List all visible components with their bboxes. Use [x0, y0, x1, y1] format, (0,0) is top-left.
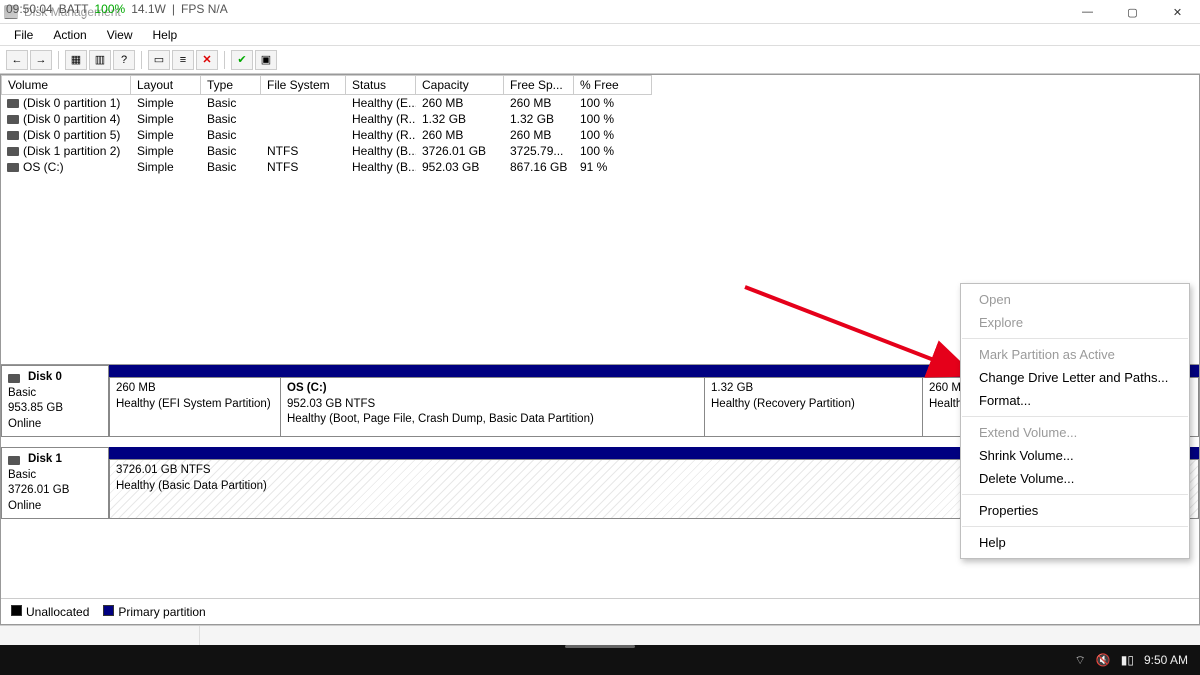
- partition-block[interactable]: 1.32 GBHealthy (Recovery Partition): [705, 377, 923, 437]
- volume-row[interactable]: OS (C:)SimpleBasicNTFSHealthy (B...952.0…: [1, 159, 1199, 175]
- delete-icon[interactable]: ✕: [196, 50, 218, 70]
- menu-help[interactable]: Help: [143, 25, 188, 45]
- col-fs[interactable]: File System: [261, 75, 346, 95]
- window-controls: — ▢ ✕: [1065, 0, 1200, 24]
- overlay-watts: 14.1W: [131, 2, 166, 16]
- context-item-explore: Explore: [961, 311, 1189, 334]
- context-item-open: Open: [961, 288, 1189, 311]
- disk-icon: [7, 147, 19, 156]
- check-icon[interactable]: ✔: [231, 50, 253, 70]
- toolbar: ← → ▦ ▥ ? ▭ ≡ ✕ ✔ ▣: [0, 46, 1200, 74]
- tool-list[interactable]: ≡: [172, 50, 194, 70]
- overlay-time: 09:50:04: [6, 2, 53, 16]
- swatch-primary: [103, 605, 114, 616]
- tool-window[interactable]: ▭: [148, 50, 170, 70]
- maximize-button[interactable]: ▢: [1110, 0, 1155, 24]
- menu-action[interactable]: Action: [43, 25, 96, 45]
- context-item-format[interactable]: Format...: [961, 389, 1189, 412]
- close-button[interactable]: ✕: [1155, 0, 1200, 24]
- partition-block[interactable]: OS (C:)952.03 GB NTFSHealthy (Boot, Page…: [281, 377, 705, 437]
- swatch-unallocated: [11, 605, 22, 616]
- statusbar: [0, 625, 1200, 645]
- context-item-extend-volume: Extend Volume...: [961, 421, 1189, 444]
- forward-button[interactable]: →: [30, 50, 52, 70]
- back-button[interactable]: ←: [6, 50, 28, 70]
- legend: Unallocated Primary partition: [1, 598, 1199, 624]
- col-layout[interactable]: Layout: [131, 75, 201, 95]
- context-menu: OpenExplore Mark Partition as ActiveChang…: [960, 283, 1190, 559]
- overlay-batt-label: BATT: [59, 2, 89, 16]
- col-volume[interactable]: Volume: [1, 75, 131, 95]
- col-capacity[interactable]: Capacity: [416, 75, 504, 95]
- disk-icon: [7, 115, 19, 124]
- legend-unallocated: Unallocated: [26, 605, 89, 619]
- volume-row[interactable]: (Disk 0 partition 5)SimpleBasicHealthy (…: [1, 127, 1199, 143]
- volume-row[interactable]: (Disk 1 partition 2)SimpleBasicNTFSHealt…: [1, 143, 1199, 159]
- minimize-button[interactable]: —: [1065, 0, 1110, 24]
- overlay-fps: FPS N/A: [181, 2, 228, 16]
- tool-box[interactable]: ▣: [255, 50, 277, 70]
- partition-block[interactable]: 260 MBHealthy (EFI System Partition): [109, 377, 281, 437]
- context-item-change-drive-letter-and-paths[interactable]: Change Drive Letter and Paths...: [961, 366, 1189, 389]
- context-item-delete-volume[interactable]: Delete Volume...: [961, 467, 1189, 490]
- menubar: File Action View Help: [0, 24, 1200, 46]
- menu-file[interactable]: File: [4, 25, 43, 45]
- overlay-stats: 09:50:04 BATT 100% 14.1W | FPS N/A: [0, 0, 234, 18]
- wifi-icon[interactable]: ⌔: [1075, 653, 1086, 668]
- volume-row[interactable]: (Disk 0 partition 1)SimpleBasicHealthy (…: [1, 95, 1199, 111]
- disk-icon: [7, 131, 19, 140]
- disk-icon: [7, 99, 19, 108]
- battery-icon[interactable]: ▮▯: [1121, 653, 1134, 667]
- disk-label[interactable]: Disk 1Basic3726.01 GBOnline: [1, 447, 109, 519]
- legend-primary: Primary partition: [118, 605, 205, 619]
- tool-grid2[interactable]: ▥: [89, 50, 111, 70]
- volume-header: Volume Layout Type File System Status Ca…: [1, 75, 1199, 95]
- disk-icon: [7, 163, 19, 172]
- col-status[interactable]: Status: [346, 75, 416, 95]
- help-icon[interactable]: ?: [113, 50, 135, 70]
- context-item-mark-partition-as-active: Mark Partition as Active: [961, 343, 1189, 366]
- col-type[interactable]: Type: [201, 75, 261, 95]
- col-free[interactable]: Free Sp...: [504, 75, 574, 95]
- col-pfree[interactable]: % Free: [574, 75, 652, 95]
- volume-row[interactable]: (Disk 0 partition 4)SimpleBasicHealthy (…: [1, 111, 1199, 127]
- tool-grid1[interactable]: ▦: [65, 50, 87, 70]
- menu-view[interactable]: View: [97, 25, 143, 45]
- taskbar-handle: [565, 645, 635, 648]
- context-item-shrink-volume[interactable]: Shrink Volume...: [961, 444, 1189, 467]
- disk-label[interactable]: Disk 0Basic953.85 GBOnline: [1, 365, 109, 437]
- system-tray[interactable]: ⌔ 🔇 ▮▯ 9:50 AM: [1063, 653, 1200, 668]
- volume-icon[interactable]: 🔇: [1096, 653, 1111, 667]
- overlay-batt-pct: 100%: [95, 2, 126, 16]
- clock[interactable]: 9:50 AM: [1144, 653, 1188, 667]
- taskbar[interactable]: ⌔ 🔇 ▮▯ 9:50 AM: [0, 645, 1200, 675]
- context-item-help[interactable]: Help: [961, 531, 1189, 554]
- context-item-properties[interactable]: Properties: [961, 499, 1189, 522]
